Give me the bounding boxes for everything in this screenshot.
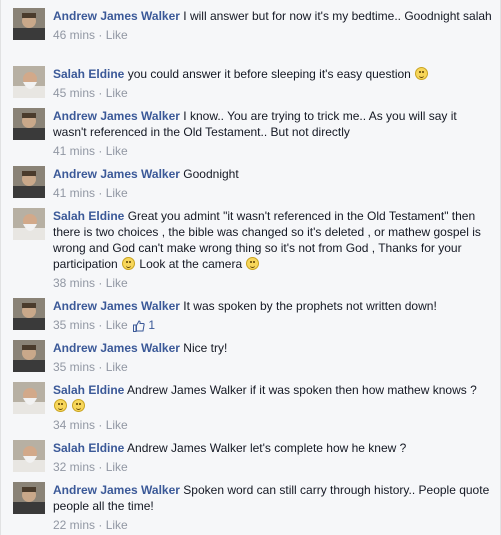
- salah-avatar[interactable]: [13, 66, 45, 98]
- comment-time[interactable]: 38 mins: [53, 276, 95, 290]
- like-button[interactable]: Like: [106, 318, 128, 332]
- comment-time[interactable]: 41 mins: [53, 144, 95, 158]
- smiley-icon: [54, 399, 67, 412]
- andrew-avatar[interactable]: [13, 482, 45, 514]
- andrew-avatar[interactable]: [13, 8, 45, 40]
- salah-avatar[interactable]: [13, 440, 45, 472]
- comment-thread: Andrew James Walker I will answer but fo…: [0, 0, 501, 535]
- comment-author[interactable]: Andrew James Walker: [53, 167, 180, 181]
- andrew-avatar[interactable]: [13, 340, 45, 372]
- comment-time[interactable]: 32 mins: [53, 460, 95, 474]
- smiley-icon: [72, 399, 86, 412]
- comment-meta: 38 mins · Like: [53, 275, 492, 291]
- comment-time[interactable]: 45 mins: [53, 86, 95, 100]
- comment-author[interactable]: Andrew James Walker: [53, 9, 180, 23]
- comment-author[interactable]: Andrew James Walker: [53, 109, 180, 123]
- smiley-icon: [246, 257, 260, 270]
- salah-avatar[interactable]: [13, 382, 45, 414]
- like-button[interactable]: Like: [106, 460, 128, 474]
- comment-text: Andrew James Walker let's complete how h…: [127, 441, 407, 455]
- meta-separator: ·: [95, 86, 106, 100]
- meta-separator: ·: [95, 276, 106, 290]
- andrew-avatar[interactable]: [13, 108, 45, 140]
- thumbs-up-icon[interactable]: [133, 320, 145, 336]
- meta-separator: ·: [95, 418, 106, 432]
- comment-author[interactable]: Salah Eldine: [53, 209, 124, 223]
- comment-meta: 35 mins · Like: [53, 359, 492, 375]
- meta-separator: ·: [95, 360, 106, 374]
- comment-meta: 35 mins · Like 1: [53, 317, 492, 336]
- meta-separator: ·: [95, 318, 106, 332]
- like-button[interactable]: Like: [106, 186, 128, 200]
- comment-time[interactable]: 46 mins: [53, 28, 95, 42]
- comment-author[interactable]: Salah Eldine: [53, 383, 124, 397]
- like-button[interactable]: Like: [106, 360, 128, 374]
- comment-author[interactable]: Salah Eldine: [53, 67, 124, 81]
- comment-text-continued: Look at the camera: [139, 257, 243, 271]
- comment-meta: 32 mins · Like: [53, 459, 492, 475]
- like-button[interactable]: Like: [106, 144, 128, 158]
- like-button[interactable]: Like: [106, 86, 128, 100]
- andrew-avatar[interactable]: [13, 298, 45, 330]
- meta-separator: ·: [95, 28, 106, 42]
- comment-author[interactable]: Salah Eldine: [53, 441, 124, 455]
- meta-separator: ·: [95, 186, 106, 200]
- comment-meta: 41 mins · Like: [53, 185, 492, 201]
- comment-text: Nice try!: [183, 341, 228, 355]
- comment-meta: 46 mins · Like: [53, 27, 492, 43]
- smiley-icon: [122, 257, 136, 270]
- meta-separator: ·: [95, 144, 106, 158]
- comment-text: I will answer but for now it's my bedtim…: [183, 9, 492, 23]
- comment-meta: 45 mins · Like: [53, 85, 492, 101]
- andrew-avatar[interactable]: [13, 166, 45, 198]
- like-button[interactable]: Like: [106, 276, 128, 290]
- meta-separator: ·: [95, 518, 106, 532]
- comment-text: Andrew James Walker if it was spoken the…: [127, 383, 477, 397]
- comment-time[interactable]: 22 mins: [53, 518, 95, 532]
- comment-text: you could answer it before sleeping it's…: [127, 67, 411, 81]
- comment-text: It was spoken by the prophets not writte…: [183, 299, 437, 313]
- comment-author[interactable]: Andrew James Walker: [53, 299, 180, 313]
- comment-meta: 41 mins · Like: [53, 143, 492, 159]
- like-count[interactable]: 1: [148, 318, 155, 332]
- comment-time[interactable]: 41 mins: [53, 186, 95, 200]
- comment-meta: 34 mins · Like: [53, 417, 492, 433]
- comment-time[interactable]: 34 mins: [53, 418, 95, 432]
- like-button[interactable]: Like: [106, 418, 128, 432]
- meta-separator: ·: [95, 460, 106, 474]
- smiley-icon: [415, 67, 429, 80]
- comment-author[interactable]: Andrew James Walker: [53, 341, 180, 355]
- comment-time[interactable]: 35 mins: [53, 360, 95, 374]
- comment-meta: 22 mins · Like: [53, 517, 492, 533]
- comment-text: Goodnight: [183, 167, 239, 181]
- comment-author[interactable]: Andrew James Walker: [53, 483, 180, 497]
- like-button[interactable]: Like: [106, 518, 128, 532]
- salah-avatar[interactable]: [13, 208, 45, 240]
- like-button[interactable]: Like: [106, 28, 128, 42]
- comment-time[interactable]: 35 mins: [53, 318, 95, 332]
